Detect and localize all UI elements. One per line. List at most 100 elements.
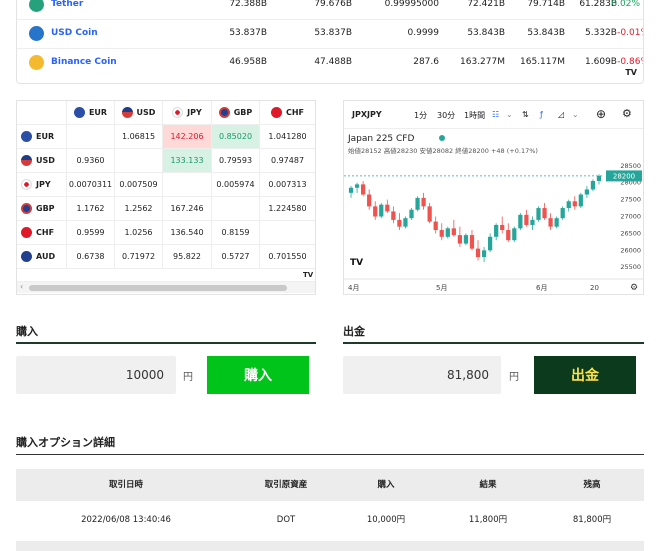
interval-30m[interactable]: 30分: [437, 110, 455, 121]
rate-cell[interactable]: 0.0070311: [67, 173, 115, 197]
change-percent: -0.86%: [617, 57, 643, 67]
market-cap: 53.837B: [229, 28, 267, 38]
y-tick-label: 26500: [620, 229, 641, 237]
rate-cell[interactable]: 1.0256: [115, 221, 163, 245]
scrollbar-thumb[interactable]: [29, 285, 287, 291]
candle-body: [348, 187, 354, 193]
rate-cell[interactable]: 0.8159: [212, 221, 260, 245]
candle-type-icon[interactable]: ☷: [492, 110, 499, 119]
y-tick-label: 27500: [620, 196, 641, 204]
candle-body: [590, 180, 596, 190]
rate-cell[interactable]: 1.041280: [260, 125, 315, 149]
purchase-title: 購入: [16, 325, 38, 338]
y-tick-label: 25500: [620, 263, 641, 271]
rate-cell[interactable]: 0.79593: [212, 149, 260, 173]
jp-flag-icon: [21, 179, 32, 190]
rate-cell[interactable]: 0.007509: [115, 173, 163, 197]
rate-cell[interactable]: 0.85020: [212, 125, 260, 149]
rate-cell[interactable]: 0.71972: [115, 245, 163, 269]
us-flag-icon: [21, 155, 32, 166]
x-tick-label: 4月: [348, 284, 359, 292]
fd-market-cap: 53.837B: [314, 28, 352, 38]
chart-settings-icon[interactable]: ⚙: [622, 107, 632, 120]
withdraw-button[interactable]: 出金: [534, 356, 636, 394]
rate-cell[interactable]: 1.06815: [115, 125, 163, 149]
withdraw-divider: [343, 342, 644, 344]
rate-cell[interactable]: 1.1762: [67, 197, 115, 221]
candle-body: [578, 194, 583, 207]
settings-gear-icon[interactable]: ⚙: [630, 283, 638, 293]
rate-cell[interactable]: 0.5727: [212, 245, 260, 269]
plus-circle-icon[interactable]: ⊕: [596, 107, 606, 121]
rate-cell[interactable]: [260, 221, 315, 245]
horizontal-scrollbar[interactable]: ‹: [17, 281, 315, 293]
rate-cell[interactable]: 0.007313: [260, 173, 315, 197]
rate-cell[interactable]: [212, 197, 260, 221]
crypto-row[interactable]: Binance Coin 46.958B 47.488B 287.6 163.2…: [17, 49, 643, 77]
rate-cell[interactable]: 95.822: [163, 245, 212, 269]
rate-cell[interactable]: 136.540: [163, 221, 212, 245]
chevron-down-icon[interactable]: ⌄: [572, 110, 579, 119]
us-flag-icon: [121, 107, 133, 118]
change-percent: 0.02%: [611, 0, 640, 9]
tradingview-logo[interactable]: TV: [350, 258, 363, 268]
chevron-down-icon[interactable]: ⌄: [506, 110, 513, 119]
rate-cell[interactable]: 0.97487: [260, 149, 315, 173]
rate-cell[interactable]: 1.2562: [115, 197, 163, 221]
scroll-left-icon[interactable]: ‹: [20, 282, 23, 291]
rate-cell[interactable]: 0.701550: [260, 245, 315, 269]
candle-body: [512, 228, 517, 241]
candle-body: [500, 224, 505, 231]
rate-cell[interactable]: 0.9599: [67, 221, 115, 245]
area-chart-icon[interactable]: ◿: [558, 110, 564, 119]
interval-1m[interactable]: 1分: [414, 110, 427, 121]
candle-body: [488, 236, 493, 251]
uk-flag-icon: [218, 107, 230, 118]
rate-cell[interactable]: [115, 149, 163, 173]
column-header-label: USD: [136, 108, 156, 117]
rate-cell[interactable]: 0.005974: [212, 173, 260, 197]
purchase-amount-input[interactable]: [16, 356, 176, 394]
cross-rates-table: EUR USD JPY GBP CHF EUR 1.06815 142.206 …: [16, 100, 316, 295]
market-open-dot-icon: [439, 135, 445, 141]
candle-body: [439, 230, 444, 237]
crypto-row[interactable]: USD Coin 53.837B 53.837B 0.9999 53.843B …: [17, 20, 643, 48]
rate-cell[interactable]: 0.6738: [67, 245, 115, 269]
eu-flag-icon: [73, 107, 85, 118]
candle-body: [518, 214, 523, 229]
rate-cell[interactable]: 133.133: [163, 149, 212, 173]
rate-cell[interactable]: 167.246: [163, 197, 212, 221]
binance-coin-icon: [29, 55, 44, 70]
y-tick-label: 27000: [620, 213, 641, 221]
compare-icon[interactable]: ⇅: [522, 110, 529, 119]
rate-cell[interactable]: 142.206: [163, 125, 212, 149]
fd-market-cap: 47.488B: [314, 57, 352, 67]
candle-body: [481, 250, 487, 258]
ch-flag-icon: [270, 107, 282, 118]
candle-body: [403, 218, 408, 227]
candle-body: [463, 235, 469, 244]
tradingview-logo[interactable]: TV: [303, 271, 313, 279]
rate-cell[interactable]: 0.9360: [67, 149, 115, 173]
candle-body: [445, 228, 450, 237]
rate-cell[interactable]: 1.224580: [260, 197, 315, 221]
candles: [348, 174, 602, 263]
indicators-icon[interactable]: ƒ: [540, 110, 543, 119]
purchase-button[interactable]: 購入: [207, 356, 309, 394]
chart-widget: JPXJPY 1分 30分 1時間 ☷ ⌄ ⇅ ƒ ◿ ⌄ ⊕ ⚙ 28500 2…: [343, 100, 644, 295]
tradingview-logo[interactable]: TV: [625, 68, 637, 77]
rate-cell[interactable]: [163, 173, 212, 197]
candle-body: [494, 224, 499, 237]
column-header-label: GBP: [233, 108, 253, 117]
withdraw-amount-box: [343, 356, 501, 394]
interval-1h[interactable]: 1時間: [464, 110, 485, 121]
candle-body: [385, 204, 390, 212]
withdraw-amount-input[interactable]: [343, 356, 501, 394]
symbol-label[interactable]: JPXJPY: [352, 110, 382, 119]
crypto-row[interactable]: Tether 72.388B 79.676B 0.99995000 72.421…: [17, 0, 643, 19]
candle-body: [354, 184, 360, 188]
withdraw-title: 出金: [343, 325, 365, 338]
history-cell-asset: DOT: [276, 515, 296, 525]
candlestick-chart[interactable]: 28500280002750027000265002600025500 4月 5月…: [344, 129, 644, 295]
rate-cell[interactable]: [67, 125, 115, 149]
